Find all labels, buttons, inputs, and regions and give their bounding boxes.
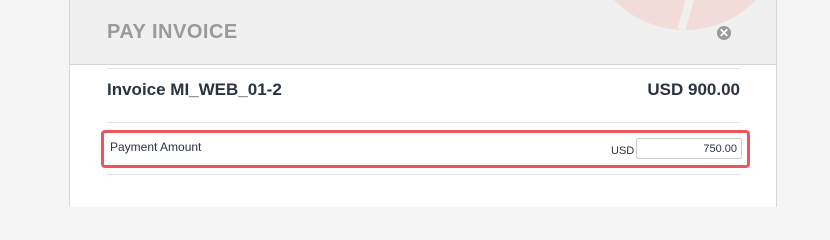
divider <box>107 68 740 69</box>
payment-amount-input[interactable] <box>636 138 742 159</box>
modal-title: PAY INVOICE <box>107 21 238 43</box>
close-icon[interactable]: ✕ <box>717 26 731 40</box>
pay-invoice-modal: PAY INVOICE ✕ Invoice MI_WEB_01-2 USD 90… <box>69 0 777 207</box>
invoice-summary-row: Invoice MI_WEB_01-2 USD 900.00 <box>107 80 740 104</box>
payment-amount-label: Payment Amount <box>110 140 202 154</box>
payment-amount-row: Payment Amount USD <box>101 130 750 168</box>
invoice-total: USD 900.00 <box>647 80 740 99</box>
divider <box>107 174 740 175</box>
modal-header: PAY INVOICE ✕ <box>70 0 776 65</box>
invoice-name: Invoice MI_WEB_01-2 <box>107 80 282 99</box>
currency-label: USD <box>611 145 635 157</box>
divider <box>107 122 740 123</box>
